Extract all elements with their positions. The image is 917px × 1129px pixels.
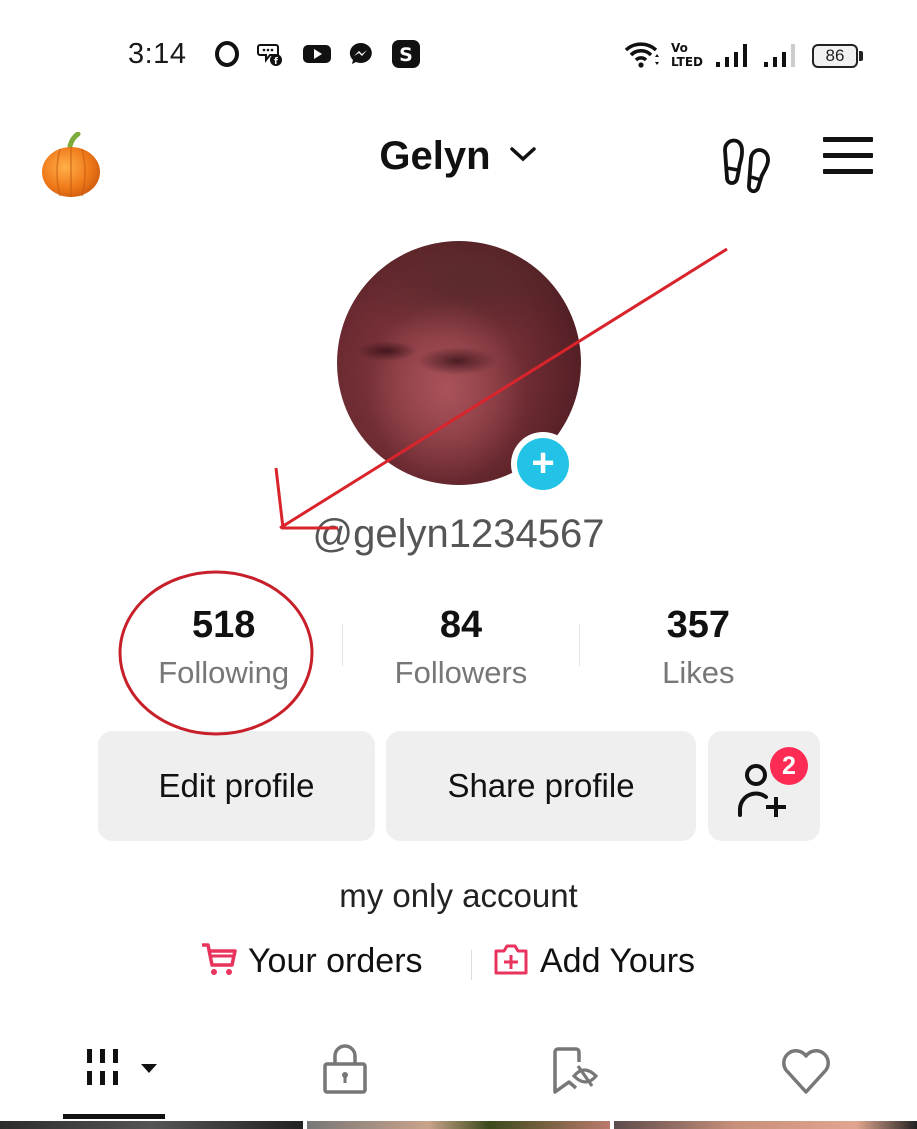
tab-liked[interactable] [776,1040,836,1100]
username-handle: @gelyn1234567 [312,512,605,556]
account-switcher[interactable]: Gelyn [0,134,917,179]
skype-icon: S [392,40,420,68]
add-yours-icon [494,944,528,975]
facebook-chat-icon: f [257,44,282,67]
your-orders-label: Your orders [248,942,423,980]
youtube-icon [303,45,331,63]
menu-button[interactable] [823,137,873,175]
footprint-icon[interactable] [720,132,772,196]
grid-icon [87,1049,157,1085]
volte-icon: Vo LTED [671,41,703,69]
caret-down-icon [141,1064,157,1073]
tab-saved[interactable] [546,1040,606,1100]
opera-icon [215,41,239,67]
status-bar: 3:14 f S Vo LTED 86 [0,30,917,80]
bookmark-hidden-icon [553,1047,599,1094]
svg-text:LTED: LTED [671,55,703,69]
status-time: 3:14 [128,38,187,70]
chevron-down-icon [509,147,536,162]
followers-label: Followers [394,655,528,690]
battery-indicator: 86 [812,44,863,68]
stat-likes[interactable]: 357 Likes [580,600,817,710]
signal-icon [716,44,747,67]
your-orders-link[interactable]: Your orders [200,942,423,981]
notification-badge: 2 [770,747,808,785]
profile-header: Gelyn [0,120,917,200]
link-divider [471,950,472,980]
followers-count: 84 [439,604,483,646]
signal-icon-2 [764,44,795,67]
likes-count: 357 [666,604,731,646]
profile-links: Your orders Add Yours [0,940,917,990]
following-label: Following [158,655,290,690]
edit-profile-button[interactable]: Edit profile [98,731,375,841]
active-tab-indicator [63,1114,165,1119]
stat-divider [342,624,343,666]
lock-icon [323,1044,367,1094]
likes-label: Likes [662,655,735,690]
plus-icon: + [517,438,569,490]
profile-stats: 518 Following 84 Followers 357 Likes [105,600,817,710]
menu-icon-bar [823,137,873,142]
tab-videos[interactable] [80,1040,170,1100]
bio-text: my only account [339,877,578,914]
share-profile-button[interactable]: Share profile [386,731,696,841]
content-tabs [0,1040,917,1120]
video-thumbnail[interactable] [614,1121,917,1129]
video-thumbnail[interactable] [0,1121,303,1129]
account-name: Gelyn [379,134,491,178]
following-count: 518 [191,604,256,646]
add-yours-label: Add Yours [540,942,696,980]
messenger-icon [349,42,372,64]
svg-text:f: f [274,57,278,67]
stat-followers[interactable]: 84 Followers [342,600,579,710]
video-thumbnail[interactable] [307,1121,610,1129]
menu-icon-bar [823,153,873,158]
menu-icon-bar [823,169,873,174]
add-friends-button[interactable] [708,731,820,841]
svg-text:Vo: Vo [671,41,688,55]
stat-following[interactable]: 518 Following [105,600,342,710]
wifi-icon [624,42,659,68]
heart-icon [782,1049,830,1094]
add-avatar-button[interactable]: + [511,432,575,496]
video-grid-preview [0,1121,917,1129]
tab-private[interactable] [318,1040,372,1100]
stat-divider [579,624,580,666]
add-yours-link[interactable]: Add Yours [492,942,695,981]
cart-icon [202,943,237,976]
svg-text:S: S [399,44,413,66]
